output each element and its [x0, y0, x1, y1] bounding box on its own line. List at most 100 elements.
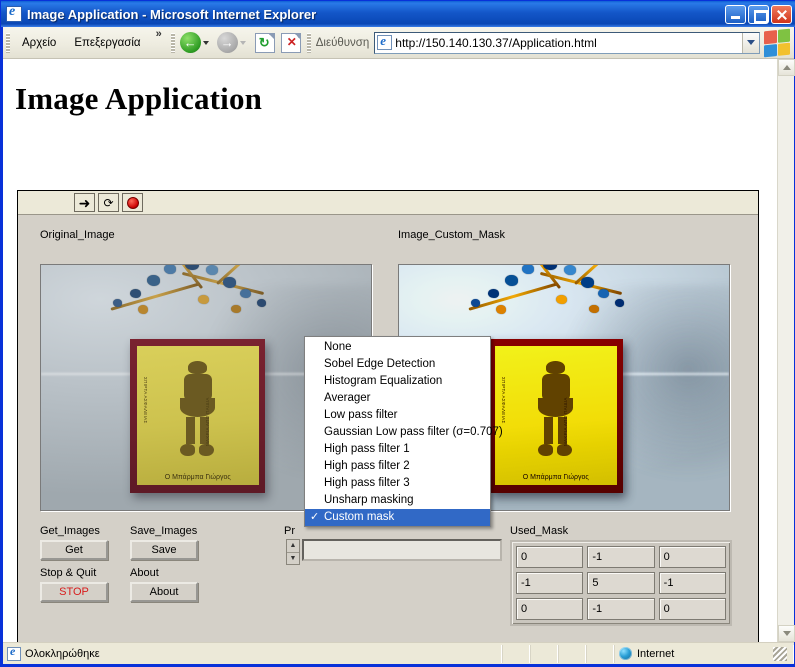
vi-abort-button[interactable] — [122, 193, 143, 212]
get-images-label: Get_Images — [40, 525, 100, 537]
mask-cell[interactable]: -1 — [587, 546, 655, 568]
back-history-caret-icon[interactable] — [202, 40, 209, 45]
close-button[interactable] — [771, 4, 792, 24]
back-button[interactable]: ← — [178, 31, 215, 55]
address-input-wrapper[interactable]: http://150.140.130.37/Application.html — [374, 31, 760, 54]
status-page-icon — [7, 644, 21, 661]
browser-toolbar: Αρχείο Επεξεργασία » ← → ↻ ✕ Διεύθυνση e… — [3, 27, 794, 59]
navbar-grip[interactable] — [170, 32, 175, 53]
applet-toolbar: ➜ ⟳ — [18, 191, 758, 215]
vertical-scrollbar[interactable] — [777, 59, 795, 642]
dropdown-item-highpass-1[interactable]: High pass filter 1 — [305, 441, 490, 458]
page-title: Image Application — [15, 81, 263, 116]
dropdown-item-averager[interactable]: Averager — [305, 390, 490, 407]
evzone-figure — [527, 361, 585, 464]
refresh-button[interactable]: ↻ — [254, 32, 275, 53]
custom-mask-image-label: Image_Custom_Mask — [398, 229, 505, 241]
stop-quit-button[interactable]: STOP — [40, 582, 108, 602]
abort-stop-icon — [126, 196, 139, 209]
status-spacer-3 — [558, 644, 586, 663]
loop-arrows-icon: ⟳ — [103, 195, 114, 210]
matchbox-side-text-right: ΜΑΚΡΙΑ ΑΠΟ ΠΑΙΔΙΑ — [205, 397, 211, 447]
menu-item-edit[interactable]: Επεξεργασία — [65, 34, 149, 52]
dropdown-item-lowpass[interactable]: Low pass filter — [305, 407, 490, 424]
scroll-down-button[interactable] — [778, 625, 795, 642]
menu-overflow-chevron-icon[interactable]: » — [150, 28, 168, 40]
matchbox-card: ΣΠΙΡΤΑ ΑΣΦΑΛΕΙΑΣ ΜΑΚΡΙΑ ΑΠΟ ΠΑΙΔΙΑ Ο Μπά… — [130, 338, 266, 493]
navigation-buttons: ← → ↻ ✕ — [178, 31, 304, 55]
spinner-up-icon[interactable]: ▲ — [287, 540, 299, 553]
security-zone-panel[interactable]: Internet — [614, 644, 794, 663]
vi-run-button[interactable]: ➜ — [74, 193, 95, 212]
status-spacer-2 — [530, 644, 558, 663]
menu-bar: Αρχείο Επεξεργασία » — [13, 27, 168, 58]
processing-spinner[interactable]: ▲ ▼ — [286, 539, 300, 565]
status-bar: Ολοκληρώθηκε Internet — [3, 642, 794, 664]
used-mask-matrix: 0 -1 0 -1 5 -1 0 -1 0 — [510, 540, 732, 626]
dropdown-item-unsharp-masking[interactable]: Unsharp masking — [305, 492, 490, 509]
resize-grip-icon[interactable] — [773, 646, 787, 661]
dropdown-item-highpass-3[interactable]: High pass filter 3 — [305, 475, 490, 492]
mask-cell[interactable]: 0 — [658, 598, 726, 620]
original-image-label: Original_Image — [40, 229, 115, 241]
security-zone-text: Internet — [637, 647, 675, 660]
spinner-down-icon[interactable]: ▼ — [287, 553, 299, 565]
processing-combo[interactable] — [302, 539, 502, 561]
menu-item-file[interactable]: Αρχείο — [13, 34, 65, 52]
title-bar: Image Application - Microsoft Internet E… — [1, 1, 795, 27]
address-label: Διεύθυνση — [315, 36, 370, 49]
matchbox-side-text-left: ΣΠΙΡΤΑ ΑΣΦΑΛΕΙΑΣ — [142, 376, 148, 424]
globe-icon — [619, 647, 632, 660]
menubar-grip[interactable] — [6, 32, 10, 53]
get-images-button[interactable]: Get — [40, 540, 108, 560]
maximize-button[interactable] — [748, 4, 769, 24]
minimize-button[interactable] — [725, 4, 746, 24]
address-dropdown-button[interactable] — [742, 32, 759, 53]
dropdown-item-custom-mask[interactable]: Custom mask — [305, 509, 490, 526]
mask-cell[interactable]: -1 — [658, 572, 726, 594]
used-mask-label: Used_Mask — [510, 525, 569, 537]
dropdown-item-gaussian-lowpass[interactable]: Gaussian Low pass filter (σ=0.707) — [305, 424, 503, 441]
mask-cell[interactable]: 5 — [587, 572, 655, 594]
ie-app-icon — [6, 4, 22, 22]
status-message-panel: Ολοκληρώθηκε — [3, 644, 502, 663]
mask-cell[interactable]: -1 — [516, 572, 584, 594]
address-input[interactable]: http://150.140.130.37/Application.html — [395, 36, 742, 50]
matchbox-side-text-right: ΜΑΚΡΙΑ ΑΠΟ ΠΑΙΔΙΑ — [563, 397, 569, 447]
window-title: Image Application - Microsoft Internet E… — [27, 6, 317, 22]
stop-button[interactable]: ✕ — [280, 32, 301, 53]
forward-arrow-glyph: → — [220, 34, 234, 50]
scroll-up-button[interactable] — [778, 59, 795, 76]
status-spacer-4 — [586, 644, 614, 663]
vi-run-continuously-button[interactable]: ⟳ — [98, 193, 119, 212]
refresh-icon: ↻ — [258, 34, 270, 50]
evzone-figure — [169, 361, 227, 464]
dropdown-item-highpass-2[interactable]: High pass filter 2 — [305, 458, 490, 475]
matchbox-label: ΣΠΙΡΤΑ ΑΣΦΑΛΕΙΑΣ ΜΑΚΡΙΑ ΑΠΟ ΠΑΙΔΙΑ Ο Μπά… — [136, 346, 259, 486]
save-images-button[interactable]: Save — [130, 540, 198, 560]
matchbox-label: ΣΠΙΡΤΑ ΑΣΦΑΛΕΙΑΣ ΜΑΚΡΙΑ ΑΠΟ ΠΑΙΔΙΑ Ο Μπά… — [494, 346, 617, 486]
addressbar-grip[interactable] — [306, 32, 311, 53]
back-arrow-glyph: ← — [183, 34, 197, 50]
mask-cell[interactable]: -1 — [587, 598, 655, 620]
about-button[interactable]: About — [130, 582, 198, 602]
page-content: Image Application ➜ ⟳ Original_Image ΣΠΙ… — [3, 59, 777, 642]
matchbox-bottom-text: Ο Μπάρμπα Γιώργος — [164, 473, 231, 481]
photo-branch — [100, 265, 311, 339]
matchbox-card: ΣΠΙΡΤΑ ΑΣΦΑΛΕΙΑΣ ΜΑΚΡΙΑ ΑΠΟ ΠΑΙΔΙΑ Ο Μπά… — [488, 338, 624, 493]
dropdown-item-histogram[interactable]: Histogram Equalization — [305, 373, 490, 390]
mask-cell[interactable]: 0 — [516, 598, 584, 620]
mask-cell[interactable]: 0 — [516, 546, 584, 568]
processing-filter-dropdown[interactable]: None Sobel Edge Detection Histogram Equa… — [304, 336, 503, 527]
browser-window: Image Application - Microsoft Internet E… — [0, 0, 795, 667]
save-images-label: Save_Images — [130, 525, 198, 537]
matchbox-bottom-text: Ο Μπάρμπα Γιώργος — [522, 473, 589, 481]
stop-icon: ✕ — [286, 34, 297, 49]
dropdown-item-sobel[interactable]: Sobel Edge Detection — [305, 356, 490, 373]
mask-cell[interactable]: 0 — [658, 546, 726, 568]
address-bar: Διεύθυνση http://150.140.130.37/Applicat… — [314, 31, 760, 54]
forward-button[interactable]: → — [215, 31, 252, 55]
forward-arrow-icon: → — [216, 32, 238, 53]
matchbox-side-text-left: ΣΠΙΡΤΑ ΑΣΦΑΛΕΙΑΣ — [500, 376, 506, 424]
dropdown-item-none[interactable]: None — [305, 339, 490, 356]
